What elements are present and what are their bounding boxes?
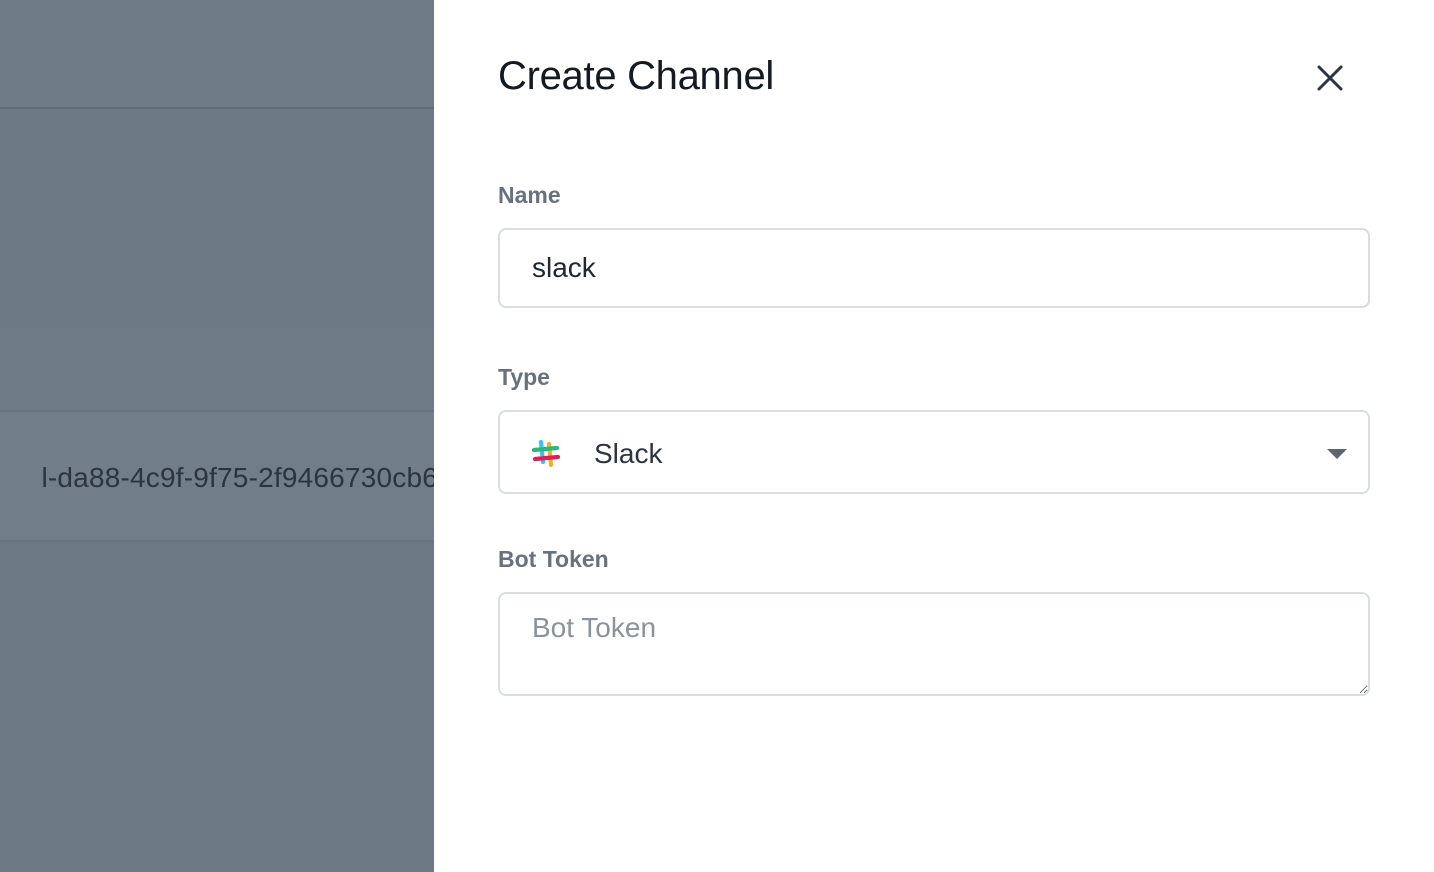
close-button[interactable] <box>1310 58 1350 98</box>
type-select-value: Slack <box>594 438 663 469</box>
bot-token-label: Bot Token <box>498 546 609 572</box>
drawer-title: Create Channel <box>498 54 774 98</box>
background-header <box>0 0 434 109</box>
background-card-header <box>0 328 434 412</box>
slack-logo-icon <box>531 439 561 468</box>
background-card: l-da88-4c9f-9f75-2f9466730cb6 <box>0 328 434 540</box>
chevron-down-icon <box>1327 449 1347 459</box>
bot-token-textarea[interactable] <box>498 592 1370 696</box>
type-label: Type <box>498 364 550 390</box>
name-label: Name <box>498 182 561 208</box>
close-icon <box>1317 65 1343 91</box>
create-channel-drawer: Create Channel Name Type Slack Bot Token <box>434 0 1434 872</box>
background-row-text: l-da88-4c9f-9f75-2f9466730cb6 <box>41 462 434 493</box>
type-select[interactable]: Slack <box>498 410 1370 494</box>
name-input[interactable] <box>498 228 1370 308</box>
page-backdrop[interactable]: l-da88-4c9f-9f75-2f9466730cb6 <box>0 0 434 872</box>
